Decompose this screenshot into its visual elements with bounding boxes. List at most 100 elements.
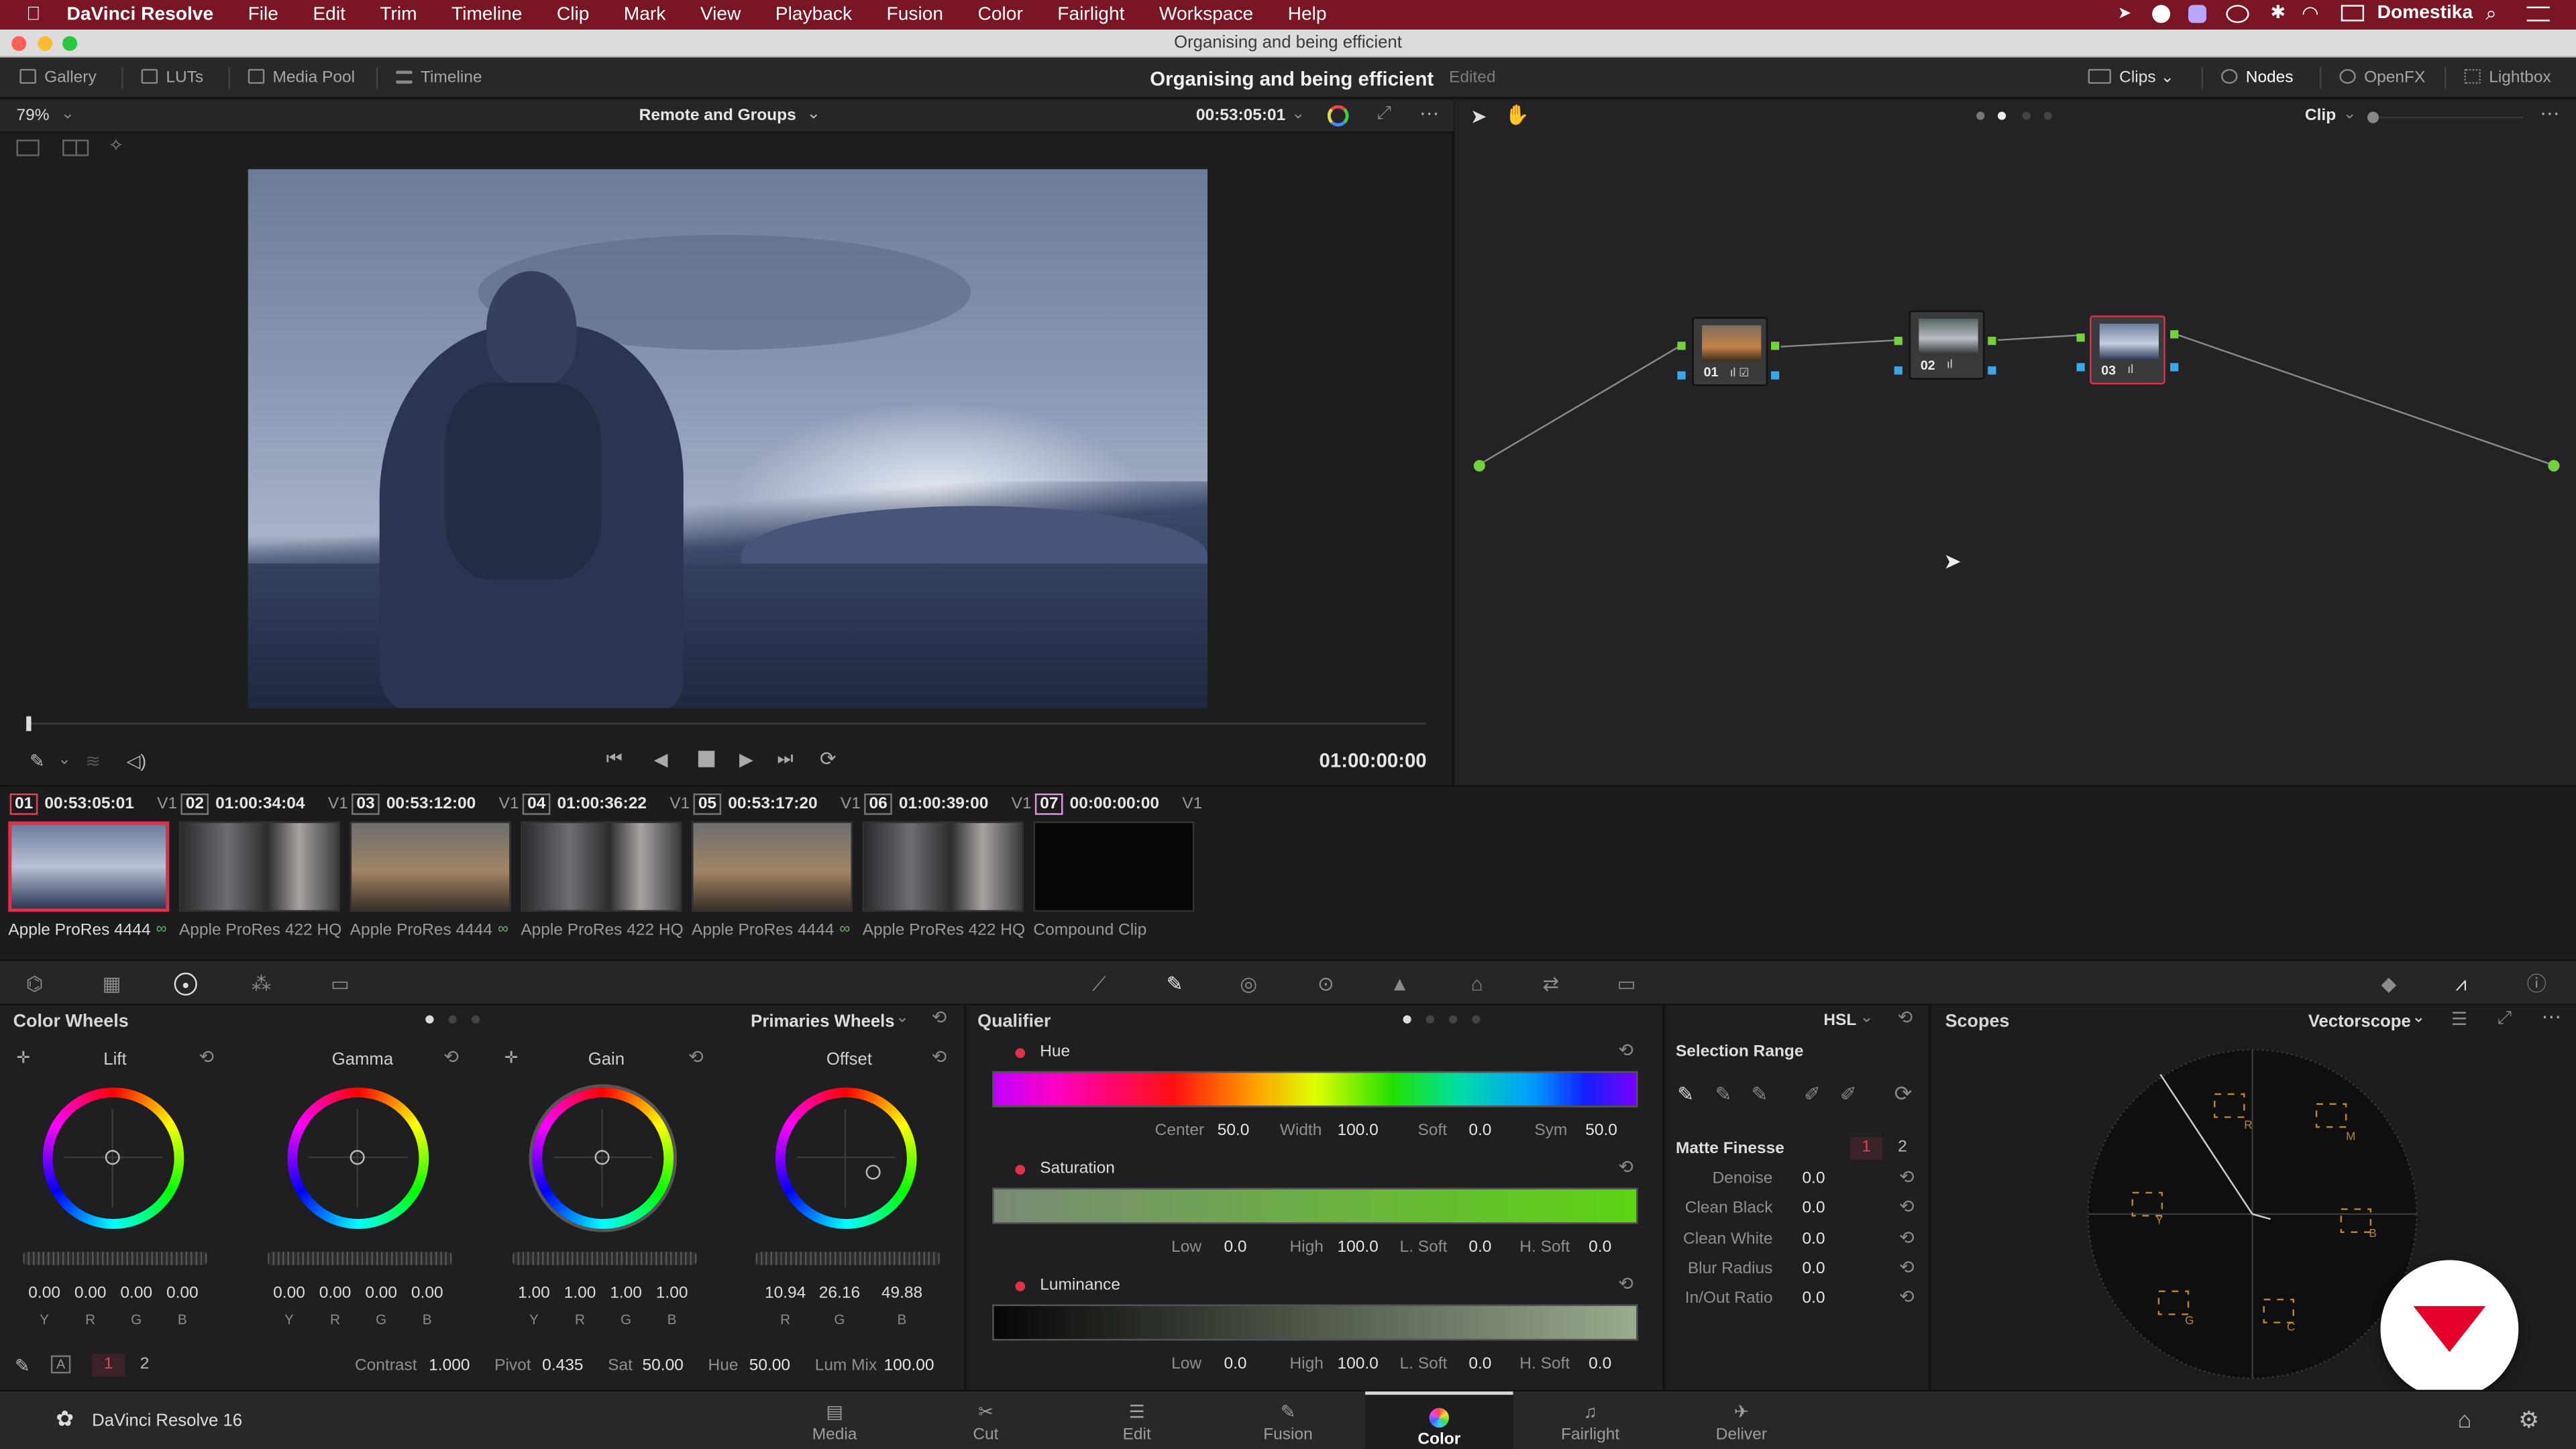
nodes-button[interactable]: Nodes (2221, 68, 2294, 87)
gamma-master-slider[interactable] (268, 1252, 452, 1265)
node-01-key-in-pin[interactable] (1677, 371, 1686, 380)
lightbox-button[interactable]: Lightbox (2464, 68, 2551, 87)
clip-04-header[interactable]: 04 01:00:36:22 V1 (522, 793, 690, 815)
offset-master-slider[interactable] (755, 1252, 940, 1265)
tracker-icon[interactable]: ⊙ (1314, 973, 1337, 996)
lift-reset-icon[interactable]: ⟲ (199, 1046, 214, 1067)
gain-reset-icon[interactable]: ⟲ (688, 1046, 704, 1067)
clip-01-header[interactable]: 01 00:53:05:01 V1 (9, 793, 177, 815)
in-out-ratio-reset-icon[interactable]: ⟲ (1899, 1287, 1915, 1307)
timeline-name[interactable]: Remote and Groups (639, 107, 796, 125)
3d-icon[interactable]: ▭ (1615, 973, 1638, 996)
qualifier-icon[interactable]: ✎ (1163, 973, 1186, 996)
luminance-lsoft-value[interactable]: 0.0 (1468, 1355, 1491, 1373)
scopes-icon[interactable]: ⩘ (2449, 973, 2472, 996)
wheels-mode-dropdown-icon[interactable]: ⌄ (896, 1009, 910, 1027)
gain-picker-icon[interactable]: ✛ (504, 1050, 519, 1068)
clip-02-header[interactable]: 02 01:00:34:04 V1 (180, 793, 348, 815)
qualifier-mode-select[interactable]: HSL (1823, 1012, 1856, 1030)
offset-b-value[interactable]: 49.88 (871, 1285, 933, 1303)
invert-icon[interactable]: ⟳ (1894, 1081, 1913, 1107)
openfx-button[interactable]: OpenFX (2339, 68, 2425, 87)
gain-master-slider[interactable] (513, 1252, 697, 1265)
menu-playback[interactable]: Playback (775, 5, 852, 24)
clean-white-value[interactable]: 0.0 (1803, 1230, 1825, 1248)
node-03-key-in-pin[interactable] (2076, 363, 2085, 372)
gamma-b-value[interactable]: 0.00 (404, 1285, 450, 1303)
input-node-dot[interactable] (1473, 460, 1485, 472)
clip-07-thumbnail[interactable] (1033, 821, 1195, 912)
blur-radius-reset-icon[interactable]: ⟲ (1899, 1256, 1915, 1278)
page-media[interactable]: ▤ Media (786, 1391, 884, 1449)
blur-radius-value[interactable]: 0.0 (1803, 1260, 1825, 1278)
motion-effects-icon[interactable]: ▭ (329, 973, 352, 996)
info-icon[interactable]: ⓘ (2525, 973, 2548, 996)
clip-07-header[interactable]: 07 00:00:00:00 V1 (1034, 793, 1202, 815)
curves-icon[interactable]: ⟋ (1087, 973, 1110, 996)
page-dot[interactable] (471, 1015, 480, 1024)
clip-01-thumbnail[interactable] (8, 821, 170, 912)
zoom-dropdown-icon[interactable]: ⌄ (61, 105, 75, 123)
hue-value[interactable]: 50.00 (749, 1357, 790, 1375)
luminance-enable-toggle[interactable] (1015, 1281, 1026, 1291)
clip-04-thumbnail[interactable] (521, 821, 682, 912)
camera-raw-icon[interactable]: ⌬ (23, 973, 46, 996)
highlight-dropdown-icon[interactable]: ⌄ (58, 751, 72, 769)
node-02-output-pin[interactable] (1988, 337, 1996, 345)
luminance-high-value[interactable]: 100.0 (1337, 1355, 1378, 1373)
matte-page-2[interactable]: 2 (1886, 1137, 1919, 1160)
gamma-reset-icon[interactable]: ⟲ (443, 1046, 459, 1067)
apple-menu-icon[interactable]:  (26, 5, 40, 24)
single-view-icon[interactable] (16, 140, 40, 156)
picker-minus-icon[interactable]: ✎ (1715, 1083, 1732, 1106)
gamma-r-value[interactable]: 0.00 (312, 1285, 358, 1303)
scope-type-dropdown-icon[interactable]: ⌄ (2412, 1009, 2426, 1027)
lift-b-value[interactable]: 0.00 (160, 1285, 206, 1303)
clean-black-value[interactable]: 0.0 (1803, 1199, 1825, 1218)
wheels-mode-select[interactable]: Primaries Wheels (751, 1012, 894, 1032)
playhead[interactable] (26, 716, 32, 731)
matte-page-1[interactable]: 1 (1849, 1136, 1883, 1160)
saturation-high-value[interactable]: 100.0 (1337, 1239, 1378, 1257)
record-status-icon[interactable] (2152, 5, 2171, 23)
luminance-reset-icon[interactable]: ⟲ (1618, 1273, 1633, 1294)
hue-sym-value[interactable]: 50.0 (1585, 1122, 1617, 1140)
node-03-output-pin[interactable] (2170, 330, 2179, 339)
clip-03-thumbnail[interactable] (350, 821, 511, 912)
denoise-reset-icon[interactable]: ⟲ (1899, 1167, 1915, 1187)
in-out-ratio-value[interactable]: 0.0 (1803, 1289, 1825, 1307)
hue-reset-icon[interactable]: ⟲ (1618, 1040, 1633, 1061)
picker-icon[interactable]: ✎ (1677, 1083, 1694, 1106)
output-node-dot[interactable] (2548, 460, 2560, 472)
pivot-value[interactable]: 0.435 (542, 1357, 583, 1375)
node-02-input-pin[interactable] (1894, 337, 1902, 345)
magic-wand-icon[interactable]: ✧ (109, 135, 124, 156)
node-01-key-out-pin[interactable] (1771, 371, 1780, 380)
offset-reset-icon[interactable]: ⟲ (932, 1046, 947, 1067)
contrast-value[interactable]: 1.000 (429, 1357, 470, 1375)
color-wheels-icon[interactable]: • (174, 972, 197, 998)
luts-button[interactable]: LUTs (141, 68, 203, 87)
menu-color[interactable]: Color (978, 5, 1023, 24)
node-01-input-pin[interactable] (1677, 341, 1686, 350)
go-to-end-icon[interactable]: ⏭ (777, 749, 793, 771)
menu-timeline[interactable]: Timeline (451, 5, 522, 24)
volume-icon[interactable]: ◁) (127, 751, 147, 772)
gamma-g-value[interactable]: 0.00 (358, 1285, 405, 1303)
node-03-input-pin[interactable] (2076, 333, 2085, 342)
viewer-options-icon[interactable]: ⋯ (1419, 102, 1439, 125)
reset-all-icon[interactable]: ⟲ (932, 1007, 947, 1028)
saturation-range-bar[interactable] (992, 1187, 1638, 1224)
hue-width-value[interactable]: 100.0 (1337, 1122, 1378, 1140)
timeline-dropdown-icon[interactable]: ⌄ (806, 105, 820, 123)
gain-r-value[interactable]: 1.00 (557, 1285, 603, 1303)
node-02[interactable]: 02 ıl (1909, 310, 1985, 380)
gallery-button[interactable]: Gallery (19, 68, 97, 87)
clip-05-thumbnail[interactable] (692, 821, 853, 912)
bluetooth-icon[interactable]: ✱ (2270, 1, 2286, 23)
sizing-icon[interactable]: ⇄ (1540, 973, 1562, 996)
saturation-enable-toggle[interactable] (1015, 1165, 1026, 1175)
node-03-key-out-pin[interactable] (2170, 363, 2179, 372)
picker-plus-icon[interactable]: ✎ (1752, 1083, 1768, 1106)
fullscreen-icon[interactable]: ⤢ (1377, 103, 1391, 125)
